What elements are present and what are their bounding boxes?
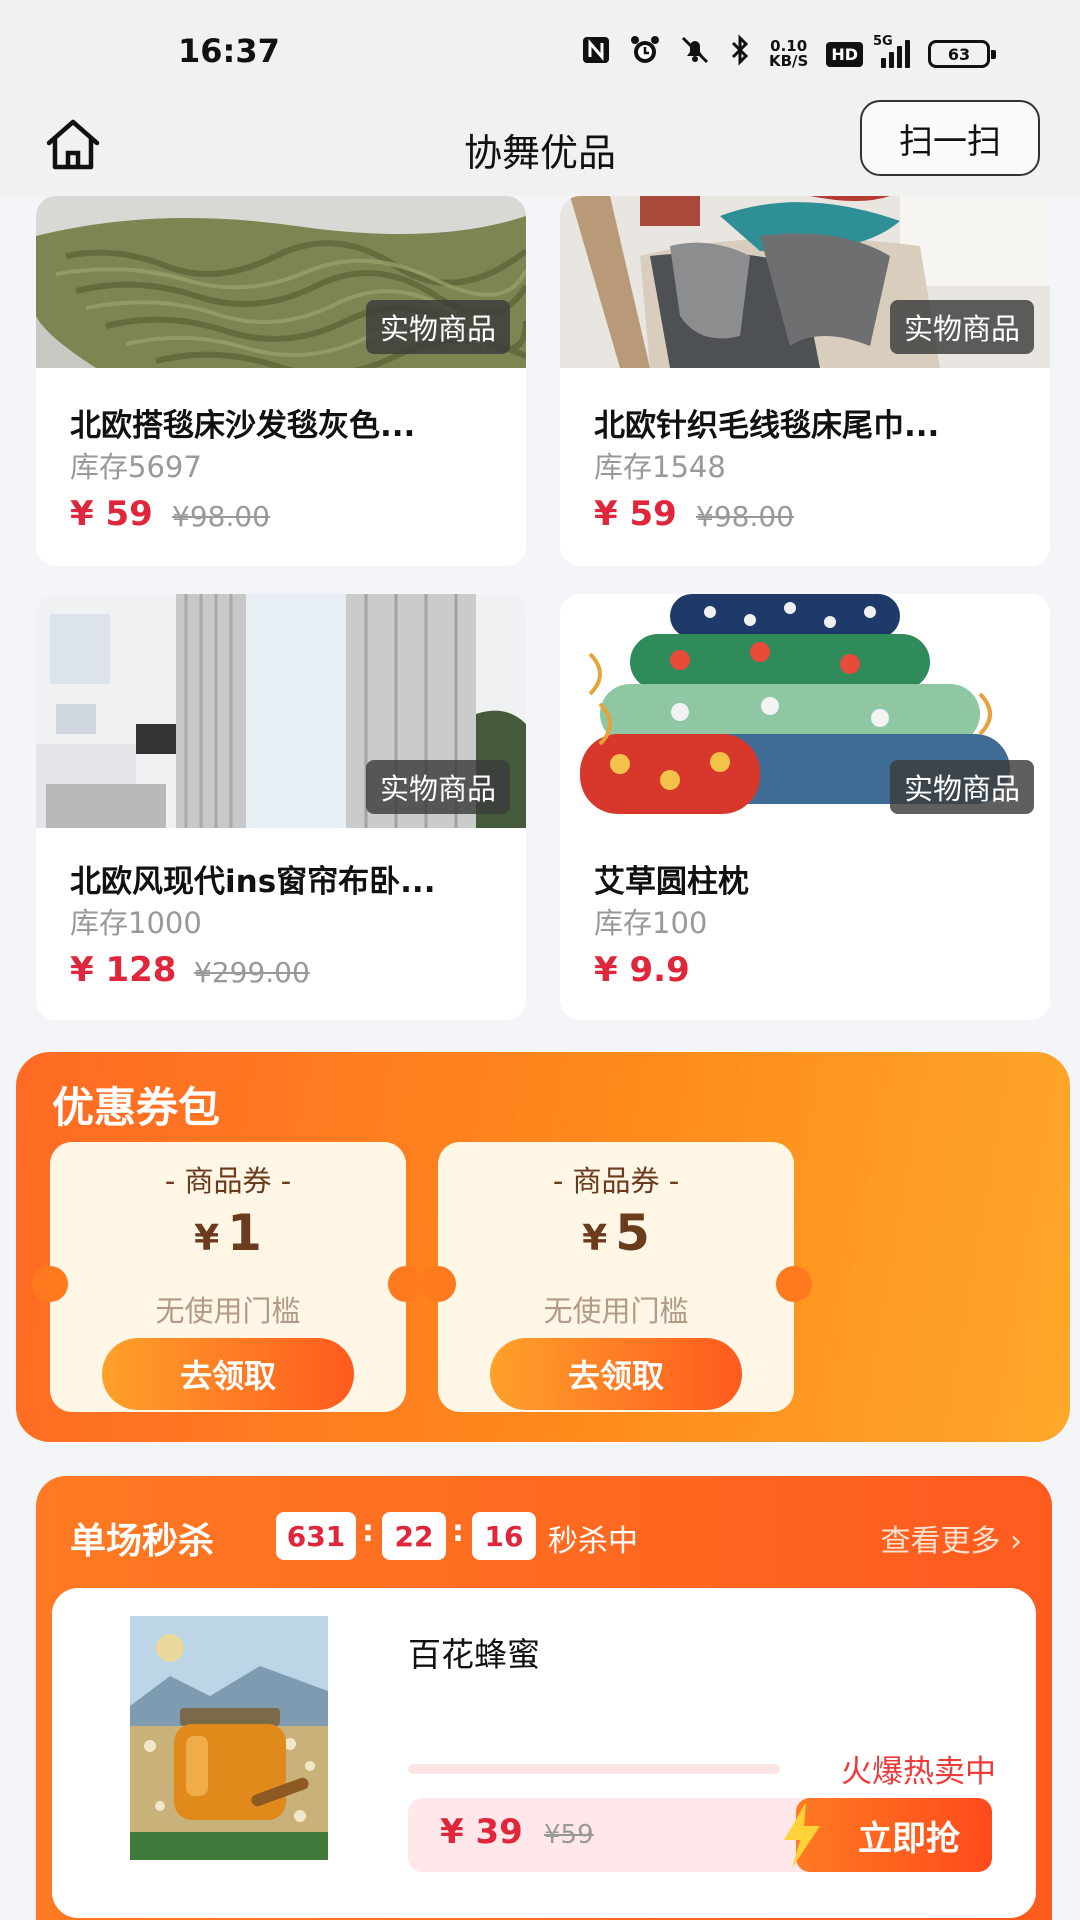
product-type-tag: 实物商品: [365, 300, 510, 354]
product-name: 北欧风现代ins窗帘布卧...: [70, 864, 436, 900]
nfc-icon: [581, 35, 611, 73]
flash-price: ¥ 39: [440, 1812, 523, 1852]
mute-icon: [679, 34, 711, 74]
product-name: 北欧搭毯床沙发毯灰色...: [70, 408, 416, 444]
net-speed: 0.10 KB/S: [769, 39, 808, 69]
net-speed-unit: KB/S: [768, 52, 809, 70]
coupon-type: - 商品券 -: [552, 1164, 680, 1198]
product-name: 北欧针织毛线毯床尾巾...: [594, 408, 940, 444]
product-original-price: ¥299.00: [194, 956, 310, 989]
countdown-separator: :: [362, 1514, 374, 1549]
coupon-condition: 无使用门槛: [543, 1294, 689, 1328]
flash-original-price: ¥59: [544, 1820, 594, 1850]
product-original-price: ¥98.00: [696, 500, 794, 533]
flash-sale-section: 单场秒杀 631 : 22 : 16 秒杀中 查看更多 › 百花蜂蜜 火爆热卖中…: [36, 1476, 1052, 1920]
hd-badge: HD: [826, 41, 863, 67]
product-price: ¥ 59: [594, 494, 677, 534]
scan-button[interactable]: 扫一扫: [860, 100, 1040, 176]
product-price: ¥ 9.9: [594, 950, 690, 990]
coupon-currency: ¥: [194, 1218, 220, 1259]
product-card[interactable]: 实物商品 北欧针织毛线毯床尾巾... 库存1548 ¥ 59 ¥98.00: [560, 196, 1050, 566]
flash-product-name: 百花蜂蜜: [408, 1635, 540, 1674]
claim-coupon-button[interactable]: 去领取: [102, 1338, 354, 1410]
coupon-card[interactable]: - 商品券 - ¥1 无使用门槛 去领取: [32, 1142, 424, 1412]
coupon-value: 1: [227, 1204, 262, 1262]
claim-coupon-button[interactable]: 去领取: [490, 1338, 742, 1410]
hot-sale-label: 火爆热卖中: [841, 1754, 996, 1790]
product-price: ¥ 59: [70, 494, 153, 534]
product-stock: 库存100: [594, 906, 708, 940]
product-original-price: ¥98.00: [172, 500, 270, 533]
countdown-hours: 631: [276, 1512, 356, 1560]
coupon-card[interactable]: - 商品券 - ¥5 无使用门槛 去领取: [420, 1142, 812, 1412]
coupon-amount: ¥5: [438, 1204, 794, 1262]
signal-icon: 5G: [873, 34, 910, 68]
coupon-type: - 商品券 -: [164, 1164, 292, 1198]
lightning-icon: [784, 1802, 820, 1868]
product-stock: 库存5697: [70, 450, 202, 484]
coupon-currency: ¥: [582, 1218, 608, 1259]
bluetooth-icon: [729, 34, 751, 74]
status-bar: 16:37 0.10 KB/S HD 5G 63: [0, 0, 1080, 100]
flash-sale-item[interactable]: 百花蜂蜜 火爆热卖中 ¥ 39 ¥59 立即抢: [52, 1588, 1036, 1918]
buy-bar: ¥ 39 ¥59 立即抢: [408, 1798, 992, 1872]
sales-progress-bar: [408, 1764, 780, 1774]
product-price: ¥ 128: [70, 950, 177, 990]
status-time: 16:37: [178, 32, 280, 70]
product-image: 实物商品: [560, 594, 1050, 828]
product-image: 实物商品: [36, 594, 526, 828]
countdown-seconds: 16: [472, 1512, 536, 1560]
coupon-value: 5: [615, 1204, 650, 1262]
battery-level: 63: [947, 44, 971, 64]
product-card[interactable]: 实物商品 北欧风现代ins窗帘布卧... 库存1000 ¥ 128 ¥299.0…: [36, 594, 526, 1020]
product-stock: 库存1548: [594, 450, 726, 484]
top-nav-bar: 协舞优品 扫一扫: [0, 100, 1080, 196]
coupon-amount: ¥1: [50, 1204, 406, 1262]
countdown-minutes: 22: [382, 1512, 446, 1560]
product-card[interactable]: 实物商品 艾草圆柱枕 库存100 ¥ 9.9: [560, 594, 1050, 1020]
battery-icon: 63: [928, 40, 996, 68]
coupon-section-title: 优惠券包: [52, 1083, 221, 1132]
flash-sale-title: 单场秒杀: [70, 1521, 215, 1562]
product-image: [130, 1616, 328, 1860]
flash-sale-status: 秒杀中: [548, 1524, 638, 1559]
product-card[interactable]: 实物商品 北欧搭毯床沙发毯灰色... 库存5697 ¥ 59 ¥98.00: [36, 196, 526, 566]
grab-now-button[interactable]: 立即抢: [796, 1798, 992, 1872]
product-type-tag: 实物商品: [889, 300, 1034, 354]
network-type: 5G: [873, 34, 893, 49]
coupon-condition: 无使用门槛: [155, 1294, 301, 1328]
status-icons: 0.10 KB/S HD 5G 63: [581, 34, 996, 74]
product-type-tag: 实物商品: [889, 760, 1034, 814]
countdown-separator: :: [452, 1514, 464, 1549]
product-type-tag: 实物商品: [365, 760, 510, 814]
view-more-link[interactable]: 查看更多 ›: [880, 1516, 1022, 1560]
product-image: 实物商品: [560, 196, 1050, 368]
product-image: 实物商品: [36, 196, 526, 368]
alarm-icon: [629, 34, 661, 74]
product-stock: 库存1000: [70, 906, 202, 940]
coupon-pack-section: 优惠券包 - 商品券 - ¥1 无使用门槛 去领取 - 商品券 - ¥5 无使用…: [16, 1052, 1070, 1442]
product-name: 艾草圆柱枕: [594, 864, 749, 900]
